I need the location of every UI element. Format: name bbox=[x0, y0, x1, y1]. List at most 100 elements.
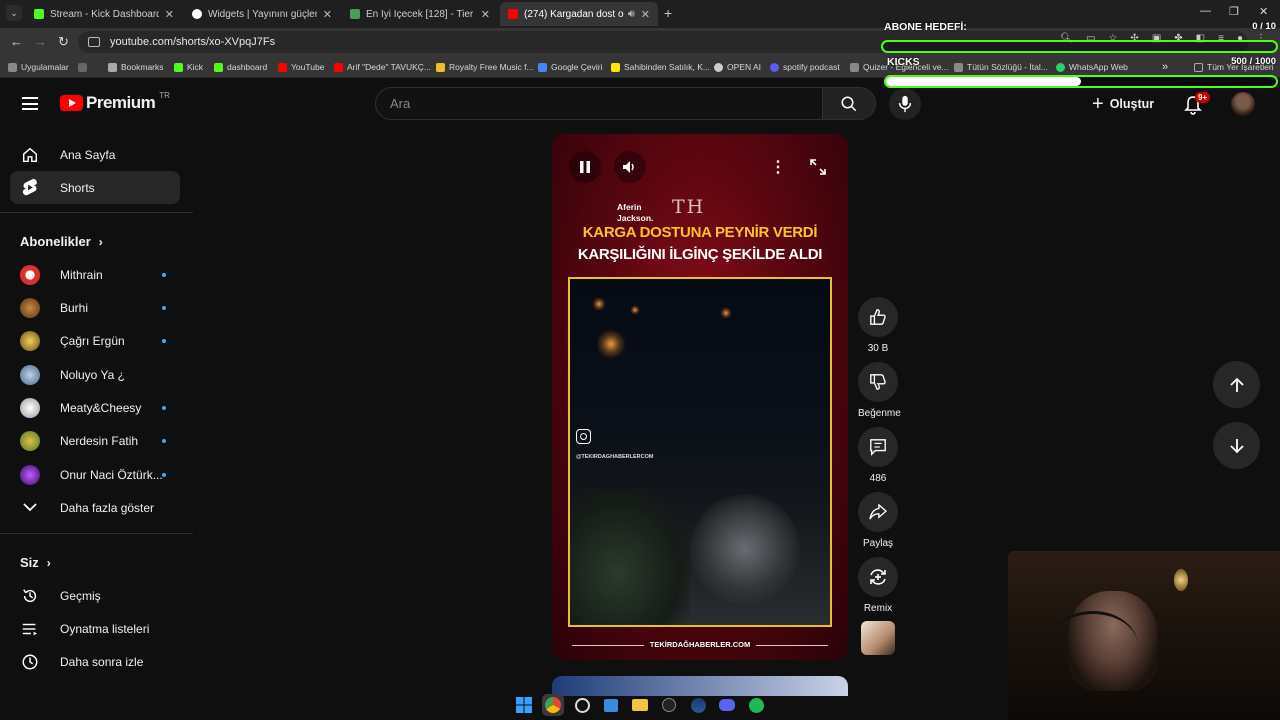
sidebar-item-history[interactable]: Geçmiş bbox=[10, 579, 180, 612]
subscriptions-title: Abonelikler bbox=[20, 234, 91, 249]
spotify-icon[interactable] bbox=[745, 694, 767, 716]
discord-icon[interactable] bbox=[716, 694, 738, 716]
dislike-action[interactable]: Beğenme bbox=[858, 362, 901, 419]
bookmark-openai[interactable]: OPEN AI bbox=[714, 60, 761, 74]
bookmark-arif-dede[interactable]: Arif "Dede" TAVUKÇ... bbox=[334, 60, 431, 74]
bookmark-grid[interactable] bbox=[78, 60, 91, 74]
speaker-icon[interactable]: 🔊︎ bbox=[628, 8, 635, 21]
store-icon[interactable] bbox=[600, 694, 622, 716]
obs-icon[interactable] bbox=[571, 694, 593, 716]
new-content-dot bbox=[162, 305, 166, 310]
like-action[interactable]: 30 B bbox=[858, 297, 898, 354]
street-light bbox=[596, 329, 626, 359]
bookmark-sahibinden[interactable]: Sahibinden Satılık, K... bbox=[611, 60, 710, 74]
subscription-noluyo-ya[interactable]: Noluyo Ya ¿ bbox=[10, 358, 180, 391]
bookmark-whatsapp[interactable]: WhatsApp Web bbox=[1056, 60, 1128, 74]
forward-icon[interactable]: → bbox=[34, 34, 47, 49]
bookmark-tutun-sozlugu[interactable]: Tütün Sözlüğü - İtal... bbox=[954, 60, 1048, 74]
bookmark-google-translate[interactable]: Google Çeviri bbox=[538, 60, 603, 74]
bookmarks-overflow[interactable]: » bbox=[1162, 60, 1168, 74]
subscription-onur-naci[interactable]: Onur Naci Öztürk... bbox=[10, 458, 180, 491]
share-button[interactable] bbox=[858, 492, 898, 532]
subscription-nerdesin-fatih[interactable]: Nerdesin Fatih bbox=[10, 424, 180, 457]
sidebar-item-home[interactable]: Ana Sayfa bbox=[10, 138, 180, 171]
dislike-label: Beğenme bbox=[858, 408, 901, 419]
share-action[interactable]: Paylaş bbox=[858, 492, 898, 549]
dislike-button[interactable] bbox=[858, 362, 898, 402]
subscription-meaty-cheesy[interactable]: Meaty&Cheesy bbox=[10, 391, 180, 424]
apps-icon bbox=[8, 62, 17, 72]
bookmark-dashboard[interactable]: dashboard bbox=[214, 60, 267, 74]
widgets-icon bbox=[192, 9, 202, 19]
remix-action[interactable]: Remix bbox=[858, 557, 898, 614]
tab-kick-dashboard[interactable]: Stream - Kick Dashboard ✕ bbox=[26, 2, 182, 26]
pause-button[interactable] bbox=[569, 151, 601, 183]
you-header[interactable]: Siz › bbox=[20, 555, 51, 570]
voice-search-button[interactable] bbox=[889, 88, 921, 120]
reload-icon[interactable]: ↻ bbox=[58, 34, 69, 50]
channel-name: Meaty&Cheesy bbox=[60, 400, 142, 415]
close-icon[interactable]: ✕ bbox=[641, 8, 650, 21]
bookmark-bookmarks[interactable]: Bookmarks bbox=[108, 60, 164, 74]
tab-youtube-short[interactable]: (274) Kargadan dost olmaz 🔊︎ ✕ bbox=[500, 2, 658, 26]
chrome-icon[interactable] bbox=[542, 694, 564, 716]
close-icon[interactable]: ✕ bbox=[323, 8, 332, 21]
windows-start-icon[interactable] bbox=[513, 694, 535, 716]
bookmark-youtube[interactable]: YouTube bbox=[278, 60, 324, 74]
new-content-dot bbox=[162, 438, 166, 443]
bookmark-kick[interactable]: Kick bbox=[174, 60, 203, 74]
sidebar-item-watch-later[interactable]: Daha sonra izle bbox=[10, 645, 180, 678]
next-short-button[interactable] bbox=[1213, 422, 1260, 469]
minimize-icon[interactable]: — bbox=[1200, 5, 1211, 17]
new-content-dot bbox=[162, 338, 166, 343]
youtube-premium-logo[interactable]: Premium TR bbox=[60, 91, 170, 113]
sidebar-item-playlists[interactable]: Oynatma listeleri bbox=[10, 612, 180, 645]
logo-text: Premium bbox=[86, 93, 156, 112]
restore-icon[interactable]: ❐ bbox=[1229, 5, 1239, 18]
site-info-icon[interactable] bbox=[88, 37, 100, 47]
search-button[interactable] bbox=[823, 87, 876, 120]
sound-source-thumbnail[interactable] bbox=[861, 621, 895, 655]
create-button[interactable]: + Oluştur bbox=[1092, 92, 1154, 116]
subscription-cagri-ergun[interactable]: Çağrı Ergün bbox=[10, 324, 180, 357]
more-options-button[interactable]: ⋮ bbox=[762, 151, 794, 183]
tab-widgets[interactable]: Widgets | Yayınını güçlendirmek ✕ bbox=[184, 2, 340, 26]
close-icon[interactable]: ✕ bbox=[481, 8, 490, 21]
menu-hamburger-icon[interactable] bbox=[22, 97, 38, 110]
tab-tier-list[interactable]: En İyi İçecek [128] - Tier List, Bi ✕ bbox=[342, 2, 498, 26]
home-icon bbox=[20, 145, 40, 165]
remix-button[interactable] bbox=[858, 557, 898, 597]
steam-icon[interactable] bbox=[687, 694, 709, 716]
account-avatar[interactable] bbox=[1231, 92, 1255, 116]
new-content-dot bbox=[162, 405, 166, 410]
subscriptions-header[interactable]: Abonelikler › bbox=[20, 234, 103, 249]
close-icon[interactable]: ✕ bbox=[165, 8, 174, 21]
show-more-button[interactable]: Daha fazla göster bbox=[10, 491, 180, 524]
whatsapp-icon bbox=[1056, 62, 1065, 72]
back-icon[interactable]: ← bbox=[10, 34, 23, 49]
subscription-burhi[interactable]: Burhi bbox=[10, 291, 180, 324]
comments-button[interactable] bbox=[858, 427, 898, 467]
fullscreen-button[interactable] bbox=[802, 151, 834, 183]
file-explorer-icon[interactable] bbox=[629, 694, 651, 716]
subscription-mithrain[interactable]: Mithrain bbox=[10, 258, 180, 291]
comments-action[interactable]: 486 bbox=[858, 427, 898, 484]
close-window-icon[interactable]: ✕ bbox=[1259, 5, 1268, 18]
sidebar-item-shorts[interactable]: Shorts bbox=[10, 171, 180, 204]
app-icon[interactable] bbox=[658, 694, 680, 716]
like-button[interactable] bbox=[858, 297, 898, 337]
new-tab-button[interactable]: + bbox=[664, 5, 672, 21]
bookmark-royalty-free[interactable]: Royalty Free Music f... bbox=[436, 60, 534, 74]
browser-tab-bar: ⌄ Stream - Kick Dashboard ✕ Widgets | Ya… bbox=[0, 0, 1280, 28]
previous-short-button[interactable] bbox=[1213, 361, 1260, 408]
search-input[interactable]: Ara bbox=[375, 87, 823, 120]
volume-button[interactable] bbox=[614, 151, 646, 183]
sidebar-divider bbox=[0, 212, 193, 213]
headphones bbox=[1048, 611, 1138, 681]
tab-search-button[interactable]: ⌄ bbox=[6, 5, 22, 21]
royalty-icon bbox=[436, 62, 445, 72]
shorts-video-player[interactable]: ⋮ Aferin Jackson. TH KARGA DOSTUNA PEYNİ… bbox=[552, 134, 848, 660]
bookmark-apps[interactable]: Uygulamalar bbox=[8, 60, 69, 74]
bookmark-spotify-podcast[interactable]: spotify podcast bbox=[770, 60, 840, 74]
sidebar-item-label: Daha sonra izle bbox=[60, 654, 144, 669]
